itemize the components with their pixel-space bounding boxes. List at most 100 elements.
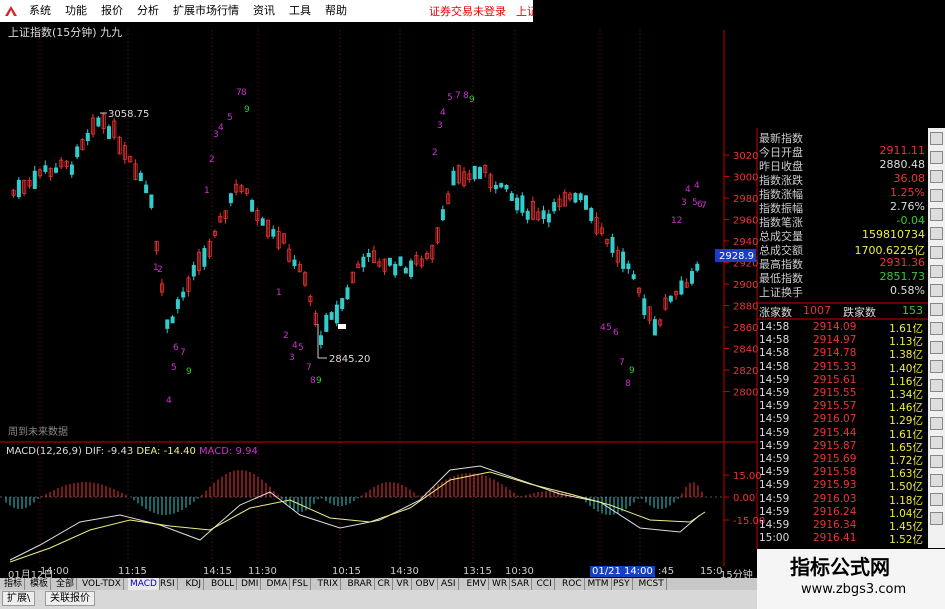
indicator-tab[interactable]: OBV: [414, 578, 438, 590]
up-count-label: 涨家数: [759, 306, 792, 319]
indicator-tab[interactable]: MACD: [128, 578, 160, 590]
f10-icon[interactable]: [930, 208, 943, 221]
tick-price: 2915.33: [813, 360, 857, 373]
sequence-count-label: 2: [432, 148, 438, 158]
exit-icon[interactable]: [930, 512, 943, 525]
down-candle: [138, 172, 143, 182]
indicator-tab[interactable]: RSI: [158, 578, 178, 590]
arrow-up-icon[interactable]: [930, 284, 943, 297]
time-axis-label: 10:15: [332, 566, 361, 577]
tick-time: 14:58: [759, 334, 790, 347]
macd-dea: DEA: -14.40: [136, 446, 196, 457]
indicator-tab[interactable]: 全部: [54, 578, 78, 590]
tick-row: 14:58 2915.33 1.40亿: [757, 360, 927, 375]
price-axis-label: 3020: [733, 151, 758, 162]
down-candle: [541, 210, 546, 220]
down-candle: [329, 312, 334, 320]
down-candle: [250, 199, 255, 212]
down-candle: [525, 210, 530, 220]
small-candle-mark: [338, 324, 346, 329]
quote-value: 2.76%: [890, 200, 925, 213]
tick-row: 14:58 2914.09 1.61亿: [757, 321, 927, 335]
down-candle: [515, 197, 520, 211]
tick-row: 14:59 2915.55 1.34亿: [757, 387, 927, 401]
indicator-tab[interactable]: VR: [395, 578, 412, 590]
quote-value: -0.04: [896, 214, 925, 227]
list-icon[interactable]: [930, 474, 943, 487]
indicator-tab[interactable]: DMA: [265, 578, 291, 590]
down-candle: [340, 298, 345, 310]
quote-row: 总成交额 1700.6225亿: [757, 242, 927, 257]
down-candle: [75, 146, 80, 158]
settings-icon[interactable]: [930, 398, 943, 411]
indicator-tab[interactable]: ASI: [439, 578, 459, 590]
arrow-left-icon[interactable]: [930, 322, 943, 335]
indicator-icon[interactable]: [930, 246, 943, 259]
tick-price: 2916.41: [813, 532, 857, 545]
down-candle: [96, 117, 101, 127]
indicator-tab[interactable]: MTM: [586, 578, 612, 590]
indicator-tab[interactable]: WR: [490, 578, 511, 590]
draw-icon[interactable]: [930, 493, 943, 506]
bottom-tab[interactable]: 扩展\: [2, 591, 36, 606]
down-candle: [149, 194, 154, 208]
indicator-tab[interactable]: SAR: [509, 578, 533, 590]
watermark-url: www.zbgs3.com: [801, 582, 907, 597]
chart-icon[interactable]: [930, 227, 943, 240]
zoom-in-icon[interactable]: [930, 132, 943, 145]
down-candle: [324, 314, 329, 332]
indicator-tab[interactable]: VOL-TDX: [80, 578, 124, 590]
note-icon[interactable]: [930, 417, 943, 430]
time-axis-label: 10:30: [505, 566, 534, 577]
scroll-icon[interactable]: [930, 436, 943, 449]
down-candle: [440, 209, 445, 220]
indicator-tab[interactable]: CR: [376, 578, 394, 590]
quote-value: 2880.48: [879, 158, 926, 171]
indicator-tab[interactable]: MCST: [637, 578, 667, 590]
tick-row: 14:59 2915.58 1.63亿: [757, 466, 927, 480]
indicator-tab[interactable]: CCI: [535, 578, 555, 590]
indicator-tab[interactable]: BRAR: [346, 578, 375, 590]
indicator-tab[interactable]: TRIX: [316, 578, 342, 590]
arrow-down-icon[interactable]: [930, 303, 943, 316]
indicator-tab[interactable]: KDJ: [184, 578, 204, 590]
down-candle: [107, 126, 112, 140]
sequence-count-label: 4: [685, 185, 691, 195]
grid-icon[interactable]: [930, 170, 943, 183]
side-toolbar: [928, 128, 945, 548]
down-candle: [32, 170, 37, 189]
quote-row: 总成交量 159810734: [757, 228, 927, 243]
high-price-label: 3058.75: [108, 109, 149, 120]
bell-icon[interactable]: [930, 455, 943, 468]
sequence-count-label: 1: [204, 186, 210, 196]
indicator-tab[interactable]: EMV: [465, 578, 490, 590]
indicator-tab[interactable]: PSY: [611, 578, 633, 590]
indicator-tab[interactable]: ROC: [560, 578, 585, 590]
down-candle: [43, 165, 48, 172]
bottom-tab[interactable]: 关联报价: [45, 591, 95, 606]
layout-icon[interactable]: [930, 189, 943, 202]
quote-row: 最低指数 2851.73: [757, 270, 927, 285]
tick-row: 14:59 2915.93 1.50亿: [757, 479, 927, 493]
time-axis-label: 01/21 14:00: [590, 566, 655, 577]
zoom-out-icon[interactable]: [930, 151, 943, 164]
sequence-count-label: 4: [694, 181, 700, 191]
tick-row: 14:59 2915.44 1.61亿: [757, 427, 927, 441]
down-candle: [573, 193, 578, 203]
tick-price: 2915.69: [813, 453, 857, 465]
indicator-tab[interactable]: BOLL: [209, 578, 238, 590]
tick-price: 2914.97: [813, 334, 857, 347]
plus-icon[interactable]: [930, 379, 943, 392]
sequence-count-label: 5: [227, 113, 233, 123]
down-candle: [202, 248, 207, 267]
indicator-tab[interactable]: FSL: [290, 578, 311, 590]
rsi-icon[interactable]: [930, 265, 943, 278]
low-price-label: 2845.20: [329, 354, 370, 365]
indicator-tab[interactable]: 模板: [28, 578, 52, 590]
indicator-tab[interactable]: 指标: [2, 578, 26, 590]
minus-icon[interactable]: [930, 360, 943, 373]
arrow-right-icon[interactable]: [930, 341, 943, 354]
indicator-tab[interactable]: DMI: [239, 578, 262, 590]
down-candle: [631, 274, 636, 280]
down-candle: [318, 335, 323, 345]
